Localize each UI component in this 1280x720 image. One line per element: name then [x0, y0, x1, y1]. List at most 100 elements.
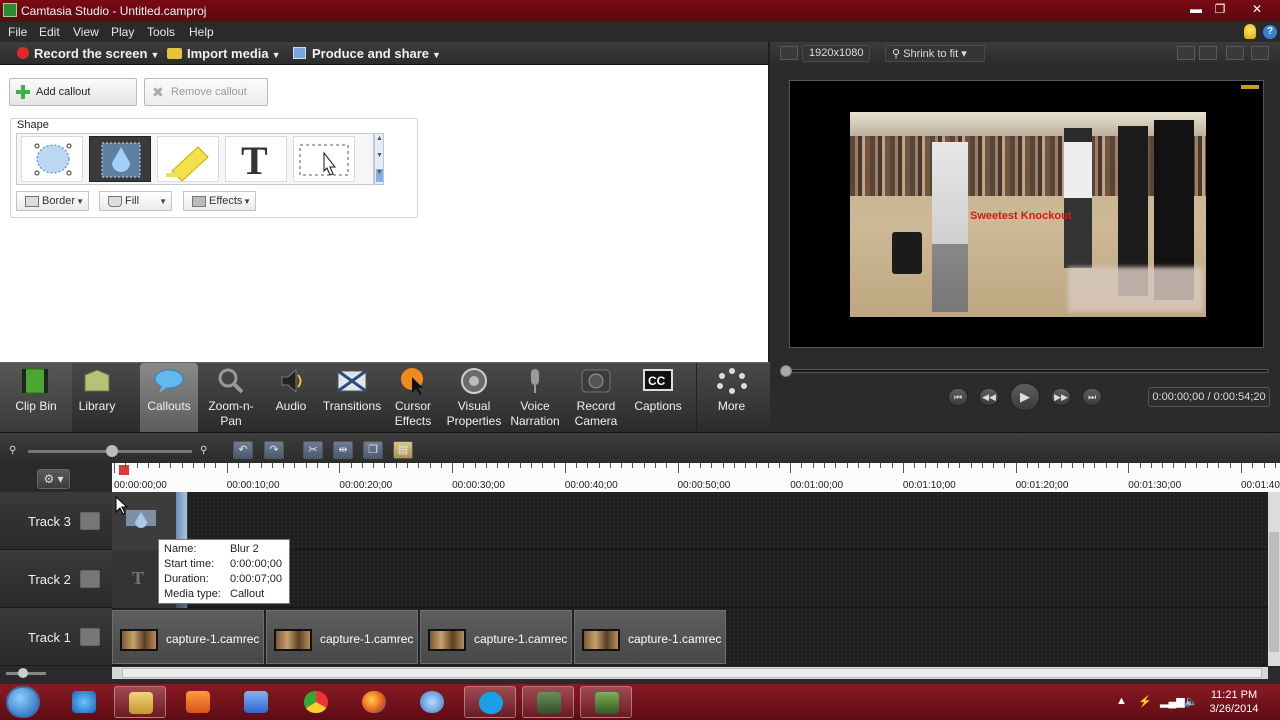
gallery-more-icon[interactable]: ▼	[376, 169, 383, 182]
minimize-button[interactable]: ▬	[1183, 0, 1209, 18]
preview-canvas[interactable]: Sweetest Knockout	[789, 80, 1264, 348]
signal-icon[interactable]: ▂▄▆	[1160, 695, 1185, 708]
taskbar-app[interactable]	[290, 686, 342, 718]
tab-callouts[interactable]: Callouts	[140, 363, 198, 433]
gallery-scrollbar[interactable]: ▲ ▼ ▼	[374, 133, 384, 185]
tab-clip-bin[interactable]: Clip Bin	[0, 363, 72, 433]
menu-view[interactable]: View	[73, 25, 99, 39]
crop-icon[interactable]	[1177, 46, 1195, 60]
timeline-clip[interactable]: capture-1.camrec (	[112, 610, 264, 664]
scrubber-knob[interactable]	[780, 365, 792, 377]
help-icon[interactable]: ?	[1263, 25, 1277, 39]
scroll-down-icon[interactable]: ▼	[376, 152, 383, 165]
zoom-out-icon[interactable]: ⚲	[9, 445, 16, 456]
record-screen-button[interactable]: Record the screen ▼	[17, 46, 159, 61]
shape-highlight-marker[interactable]	[157, 136, 219, 182]
track-1-lane[interactable]: capture-1.camrec ( capture-1.camrec ( ca…	[112, 608, 1268, 666]
rewind-icon[interactable]: ◀◀	[979, 388, 999, 406]
shape-hotspot[interactable]	[293, 136, 355, 182]
maximize-button[interactable]: ❐	[1207, 0, 1233, 18]
add-callout-button[interactable]: Add callout	[9, 78, 137, 106]
import-media-button[interactable]: Import media ▼	[167, 46, 281, 61]
menu-edit[interactable]: Edit	[39, 25, 60, 39]
taskbar-app[interactable]	[348, 686, 400, 718]
taskbar-app[interactable]	[522, 686, 574, 718]
zoom-slider-knob[interactable]	[106, 445, 118, 457]
fullscreen-icon[interactable]	[1226, 46, 1244, 60]
volume-icon[interactable]: 🔈	[1184, 695, 1198, 708]
timeline-clip[interactable]: capture-1.camrec (	[266, 610, 418, 664]
produce-share-button[interactable]: Produce and share ▼	[293, 46, 441, 61]
track-lock-button[interactable]	[80, 512, 100, 530]
taskbar-app[interactable]	[172, 686, 224, 718]
resolution-dropdown[interactable]: 1920x1080	[802, 45, 871, 62]
zoom-in-icon[interactable]: ⚲	[200, 445, 207, 456]
taskbar-app[interactable]	[230, 686, 282, 718]
start-button[interactable]	[6, 686, 40, 718]
tab-zoom-n-pan[interactable]: Zoom-n- Pan	[202, 363, 260, 433]
video-frame[interactable]: Sweetest Knockout	[850, 112, 1206, 317]
timeline-clip[interactable]: capture-1.camrec (	[574, 610, 726, 664]
taskbar-app[interactable]	[580, 686, 632, 718]
close-button[interactable]: ✕	[1244, 0, 1270, 18]
taskbar-app[interactable]	[406, 686, 458, 718]
effects-dropdown[interactable]: Effects ▼	[183, 191, 256, 211]
skip-back-icon[interactable]: ⏮	[948, 388, 968, 406]
tab-voice-narration[interactable]: Voice Narration	[508, 363, 562, 433]
undo-button[interactable]: ↶	[233, 441, 253, 459]
menu-tools[interactable]: Tools	[147, 25, 175, 39]
shape-text[interactable]: T	[225, 136, 287, 183]
timeline-horizontal-scrollbar[interactable]	[112, 667, 1268, 679]
tab-audio[interactable]: Audio	[266, 363, 316, 433]
detach-preview-icon[interactable]	[1251, 46, 1269, 60]
tab-visual-properties[interactable]: Visual Properties	[443, 363, 505, 433]
track-lock-button[interactable]	[80, 628, 100, 646]
menu-play[interactable]: Play	[111, 25, 134, 39]
gear-icon[interactable]: ⚙ ▾	[37, 469, 70, 489]
canvas-size-icon[interactable]	[780, 46, 798, 60]
menu-help[interactable]: Help	[189, 25, 214, 39]
timeline-clip[interactable]: capture-1.camrec (	[420, 610, 572, 664]
skip-forward-icon[interactable]: ⏭	[1082, 388, 1102, 406]
ruler-minor-tick	[722, 463, 724, 468]
timeline-vertical-scrollbar[interactable]	[1268, 492, 1280, 666]
taskbar-app[interactable]	[464, 686, 516, 718]
border-dropdown[interactable]: Border ▼	[16, 191, 89, 211]
scrollbar-thumb[interactable]	[122, 668, 1262, 678]
redo-button[interactable]: ↷	[264, 441, 284, 459]
scrollbar-thumb[interactable]	[1269, 532, 1279, 652]
blur-callout-region[interactable]	[1068, 267, 1203, 312]
timeline-ruler[interactable]: 00:00:00;00 00:00:10;00 00:00:20;00 00:00:3…	[112, 463, 1280, 493]
tab-captions[interactable]: CC Captions	[630, 363, 686, 433]
tab-cursor-effects[interactable]: Cursor Effects	[388, 363, 438, 433]
tab-record-camera[interactable]: Record Camera	[566, 363, 626, 433]
playhead[interactable]	[119, 465, 129, 475]
shape-blur[interactable]	[89, 136, 151, 182]
menu-file[interactable]: File	[8, 25, 27, 39]
preview-scrubber[interactable]	[780, 365, 1269, 377]
pan-hand-icon[interactable]	[1199, 46, 1217, 60]
system-clock[interactable]: 11:21 PM 3/26/2014	[1206, 688, 1262, 716]
tab-more[interactable]: More	[696, 363, 766, 433]
slider-knob[interactable]	[18, 668, 28, 678]
lightbulb-icon[interactable]	[1244, 24, 1256, 39]
taskbar-app[interactable]	[114, 686, 166, 718]
track-lock-button[interactable]	[80, 570, 100, 588]
cut-button[interactable]: ✂	[303, 441, 323, 459]
copy-button[interactable]: ❐	[363, 441, 383, 459]
taskbar-app[interactable]	[58, 686, 110, 718]
zoom-dropdown[interactable]: ⚲ Shrink to fit ▾	[885, 45, 985, 62]
fill-dropdown[interactable]: Fill ▼	[99, 191, 172, 211]
track-height-slider[interactable]	[6, 668, 46, 678]
split-button[interactable]: ⇹	[333, 441, 353, 459]
tab-transitions[interactable]: Transitions	[320, 363, 384, 433]
play-icon[interactable]: ▶	[1010, 383, 1040, 411]
scroll-up-icon[interactable]: ▲	[376, 135, 383, 148]
paste-button[interactable]: ▤	[393, 441, 413, 459]
fast-forward-icon[interactable]: ▶▶	[1051, 388, 1071, 406]
power-icon[interactable]: ⚡	[1138, 695, 1152, 708]
show-hidden-icons[interactable]: ▲	[1116, 695, 1127, 707]
shape-highlight-ellipse[interactable]	[21, 136, 83, 182]
tab-library[interactable]: Library	[72, 363, 122, 433]
remove-callout-button[interactable]: ✖ Remove callout	[144, 78, 268, 106]
